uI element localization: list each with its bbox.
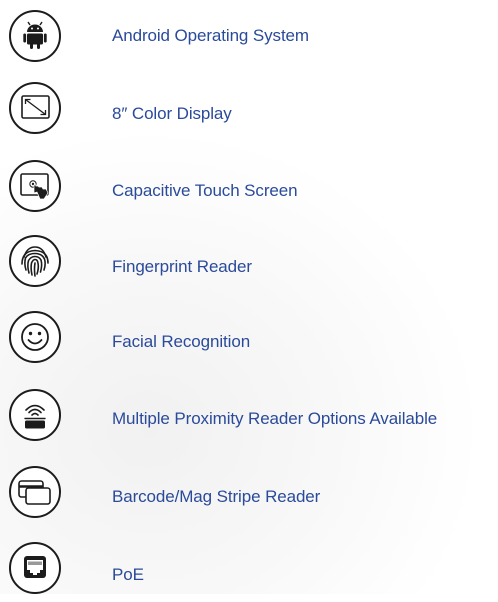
feature-list: Android Operating System 8″ Color Displa… bbox=[0, 0, 498, 594]
feature-label: Android Operating System bbox=[112, 26, 309, 45]
cards-icon bbox=[9, 466, 61, 518]
feature-item-barcode: Barcode/Mag Stripe Reader bbox=[0, 466, 498, 526]
feature-label: 8″ Color Display bbox=[112, 104, 232, 123]
touch-screen-icon bbox=[9, 160, 61, 212]
feature-item-display: 8″ Color Display bbox=[0, 82, 498, 142]
feature-item-facial: Facial Recognition bbox=[0, 311, 498, 371]
ethernet-port-icon bbox=[9, 542, 61, 594]
feature-label: PoE bbox=[112, 565, 144, 584]
fingerprint-icon bbox=[9, 235, 61, 287]
feature-label: Fingerprint Reader bbox=[112, 257, 252, 276]
feature-label: Facial Recognition bbox=[112, 332, 251, 351]
feature-label: Multiple Proximity Reader Options Availa… bbox=[112, 409, 438, 428]
feature-item-poe: PoE bbox=[0, 542, 498, 602]
feature-label: Capacitive Touch Screen bbox=[112, 181, 298, 200]
display-resize-icon bbox=[9, 82, 61, 134]
android-icon bbox=[9, 10, 61, 62]
smiley-face-icon bbox=[9, 311, 61, 363]
feature-item-touch: Capacitive Touch Screen bbox=[0, 160, 498, 220]
proximity-reader-icon bbox=[9, 389, 61, 441]
feature-item-proximity: Multiple Proximity Reader Options Availa… bbox=[0, 389, 498, 449]
feature-label: Barcode/Mag Stripe Reader bbox=[112, 487, 321, 506]
feature-item-android: Android Operating System bbox=[0, 6, 498, 66]
feature-item-fingerprint: Fingerprint Reader bbox=[0, 235, 498, 295]
